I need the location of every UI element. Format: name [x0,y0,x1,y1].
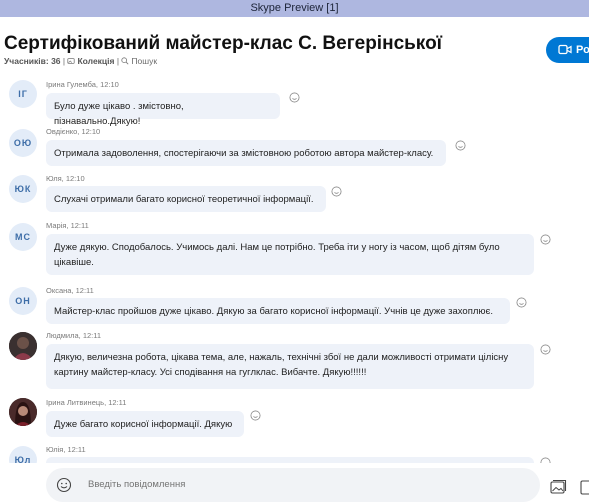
collection-link[interactable]: Колекція [77,56,114,66]
message-composer [46,468,540,502]
reaction-smiley-icon[interactable] [455,140,466,151]
avatar[interactable]: ІГ [9,80,37,108]
conversation-title[interactable]: Сертифікований майстер-клас С. Вегерінсь… [4,33,442,55]
message-list[interactable]: ІГ Ірина Гулемба, 12:10 Було дуже цікаво… [0,75,589,463]
message-sender: Юлія, 12:11 [46,445,86,454]
more-options-icon[interactable] [579,478,589,496]
message-bubble[interactable] [46,457,534,463]
reaction-smiley-icon[interactable] [250,410,261,421]
message-input[interactable] [88,468,488,502]
reaction-smiley-icon[interactable] [331,186,342,197]
message-sender: Ірина Литвинець, 12:11 [46,398,127,407]
message-text: Отримала задоволення, спостерігаючи за з… [54,148,434,159]
avatar[interactable]: ОН [9,287,37,315]
message-bubble[interactable]: Майстер-клас пройшов дуже цікаво. Дякую … [46,298,510,324]
message-sender: Людмила, 12:11 [46,331,102,340]
message-text: Дуже багато корисної інформації. Дякую [54,419,233,430]
reaction-smiley-icon[interactable] [540,234,551,245]
message-text: цікавіше. [54,257,94,268]
user-photo-icon [9,398,37,426]
reaction-smiley-icon[interactable] [540,344,551,355]
call-button-label: Ро [576,44,589,56]
message-text: Було дуже цікаво . змістовно, пізнавальн… [54,101,184,127]
avatar[interactable]: Юл [9,446,37,463]
participants-count[interactable]: Учасників: 36 [4,56,61,66]
reaction-smiley-icon[interactable] [289,92,300,103]
reaction-smiley-icon[interactable] [516,297,527,308]
reaction-smiley-icon[interactable] [540,457,551,463]
message-text: Слухачі отримали багато корисної теорети… [54,194,314,205]
message-text: Дуже дякую. Сподобалось. Учимось далі. Н… [54,242,500,253]
message-text: картину майстер-класу. Усі сподівання на… [54,367,367,378]
media-gallery-icon[interactable] [549,478,567,496]
message-bubble[interactable]: Отримала задоволення, спостерігаючи за з… [46,140,446,166]
message-bubble[interactable]: Дуже багато корисної інформації. Дякую [46,411,244,437]
user-photo-icon [9,332,37,360]
avatar[interactable] [9,398,37,426]
message-bubble[interactable]: Було дуже цікаво . змістовно, пізнавальн… [46,93,280,127]
avatar[interactable]: МС [9,223,37,251]
gallery-icon [67,58,76,64]
avatar[interactable] [9,332,37,360]
message-text: Майстер-клас пройшов дуже цікаво. Дякую … [54,306,493,317]
emoji-icon[interactable] [56,477,72,493]
window-title: Skype Preview [1] [250,2,339,14]
message-bubble[interactable]: Дуже дякую. Сподобалось. Учимось далі. Н… [46,234,534,275]
window-titlebar: Skype Preview [1] [0,0,589,17]
message-sender: Овдієнко, 12:10 [46,127,101,136]
conversation-header: Сертифікований майстер-клас С. Вегерінсь… [0,17,589,75]
message-sender: Оксана, 12:11 [46,286,94,295]
message-bubble[interactable]: Слухачі отримали багато корисної теорети… [46,186,326,212]
search-icon [121,57,129,65]
message-bubble[interactable]: Дякую, величезна робота, цікава тема, ал… [46,344,534,389]
search-link[interactable]: Пошук [131,56,157,66]
message-sender: Марія, 12:11 [46,221,89,230]
avatar[interactable]: ЮК [9,175,37,203]
video-call-icon [558,44,572,55]
message-sender: Юля, 12:10 [46,174,85,183]
avatar[interactable]: ОЮ [9,129,37,157]
video-call-button[interactable]: Ро [546,37,589,63]
conversation-meta: Учасників: 36 | Колекція | Пошук [4,56,158,66]
message-text: Дякую, величезна робота, цікава тема, ал… [54,352,509,363]
message-sender: Ірина Гулемба, 12:10 [46,80,119,89]
